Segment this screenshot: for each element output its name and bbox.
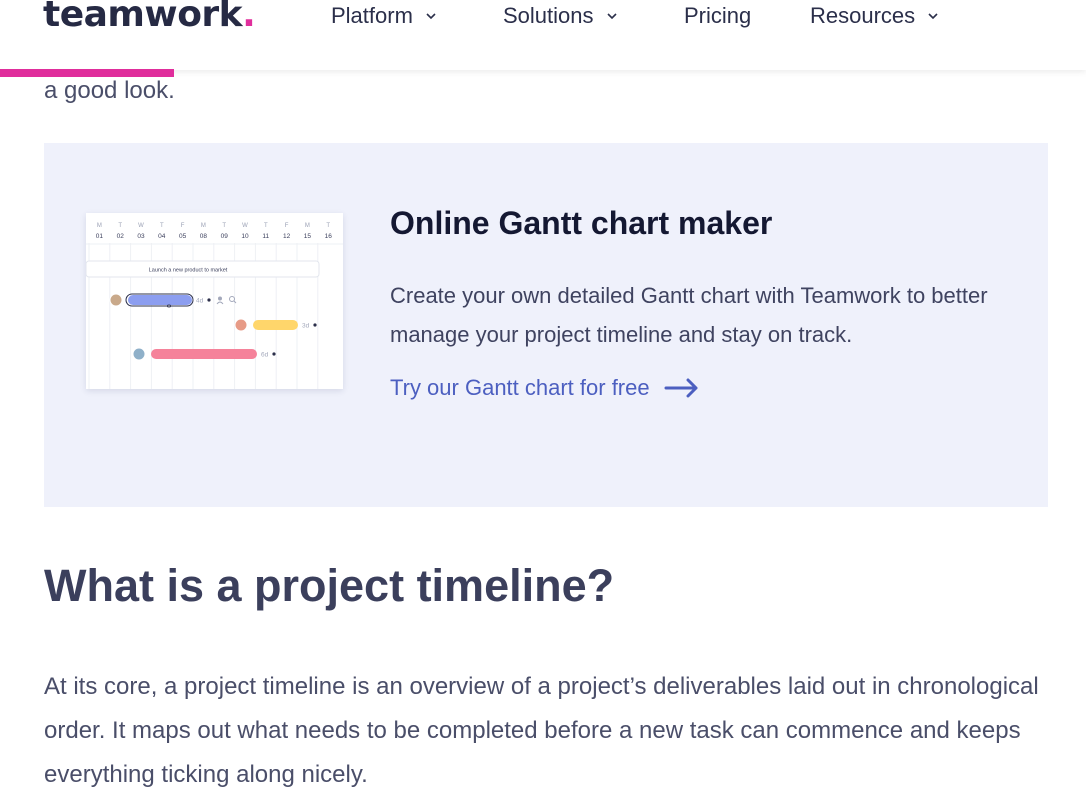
gantt-day-number: 08	[200, 233, 208, 240]
assign-user-icon	[218, 296, 222, 301]
gantt-day-letter: M	[201, 223, 206, 229]
gantt-day-letter: T	[118, 223, 122, 229]
gantt-day-letter: M	[305, 223, 310, 229]
gantt-task-duration: 3d	[302, 323, 310, 330]
logo-text: teamwork	[43, 0, 243, 35]
cta-label: Try our Gantt chart for free	[390, 375, 650, 400]
gantt-day-number: 12	[283, 233, 291, 240]
section-paragraph: At its core, a project timeline is an ov…	[44, 673, 1039, 788]
nav-solutions[interactable]: Solutions	[503, 3, 618, 29]
gantt-task-duration: 4d	[196, 298, 204, 305]
gantt-day-letter: F	[285, 223, 289, 229]
reading-progress-bar	[0, 69, 174, 77]
section-heading: What is a project timeline?	[44, 560, 615, 611]
gantt-day-letter: T	[326, 223, 330, 229]
chevron-down-icon	[606, 13, 617, 20]
gantt-day-number: 10	[241, 233, 249, 240]
gantt-task-bar	[151, 349, 257, 359]
gantt-day-letter: W	[242, 223, 248, 229]
gantt-day-letter: W	[138, 223, 144, 229]
gantt-task-group-label: Launch a new product to market	[149, 268, 228, 274]
nav-solutions-label: Solutions	[503, 3, 594, 28]
nav-platform[interactable]: Platform	[331, 3, 437, 29]
lead-text: a good look.	[44, 77, 175, 104]
gantt-day-number: 05	[179, 233, 187, 240]
gantt-task-bar	[128, 295, 192, 305]
gantt-task-duration: 6d	[261, 352, 269, 359]
gantt-day-number: 16	[325, 233, 333, 240]
gantt-promo-card: M 01 T 02 W 03 T 04 F 05 M 08 T 09 W 10 T 11 F 12 M 15 T 16 Laun…	[44, 143, 1048, 507]
gantt-day-letter: T	[160, 223, 164, 229]
gantt-day-letter: T	[264, 223, 268, 229]
chevron-down-icon	[928, 13, 938, 20]
gantt-task-bar	[253, 320, 298, 330]
assignee-avatar	[234, 318, 248, 332]
chevron-down-icon	[426, 13, 436, 20]
gantt-dependency-dot	[207, 298, 211, 302]
try-gantt-link[interactable]: Try our Gantt chart for free	[390, 375, 700, 401]
gantt-day-number: 01	[96, 233, 104, 240]
assign-user-icon-body	[216, 301, 224, 305]
card-title: Online Gantt chart maker	[390, 205, 773, 241]
nav-platform-label: Platform	[331, 3, 413, 28]
nav-resources-label: Resources	[810, 3, 916, 28]
gantt-day-number: 15	[304, 233, 312, 240]
card-description: Create your own detailed Gantt chart wit…	[390, 283, 988, 347]
gantt-day-number: 04	[158, 233, 166, 240]
assignee-avatar	[132, 347, 146, 361]
gantt-dependency-dot	[272, 352, 276, 356]
nav-pricing[interactable]: Pricing	[684, 3, 751, 29]
assignee-avatar	[109, 293, 123, 307]
gantt-day-number: 03	[137, 233, 145, 240]
gantt-dependency-dot	[313, 323, 317, 327]
gantt-day-number: 09	[221, 233, 229, 240]
teamwork-logo[interactable]: teamwork.	[43, 0, 256, 35]
search-icon	[229, 296, 235, 302]
gantt-day-letter: T	[222, 223, 226, 229]
logo-dot: .	[242, 0, 256, 35]
site-header: teamwork. Platform Solutions Pricing Res…	[0, 0, 1086, 70]
gantt-day-letter: F	[181, 223, 185, 229]
gantt-preview-svg: M 01 T 02 W 03 T 04 F 05 M 08 T 09 W 10 T 11 F 12 M 15 T 16 Laun…	[86, 223, 343, 389]
gantt-day-number: 02	[117, 233, 125, 240]
gantt-day-letter: M	[97, 223, 102, 229]
nav-pricing-label: Pricing	[684, 3, 752, 28]
nav-resources[interactable]: Resources	[810, 3, 939, 29]
gantt-day-number: 11	[262, 233, 269, 240]
arrow-right-icon	[664, 378, 698, 398]
gantt-chart-preview[interactable]: M 01 T 02 W 03 T 04 F 05 M 08 T 09 W 10 T 11 F 12 M 15 T 16 Laun…	[86, 213, 343, 389]
